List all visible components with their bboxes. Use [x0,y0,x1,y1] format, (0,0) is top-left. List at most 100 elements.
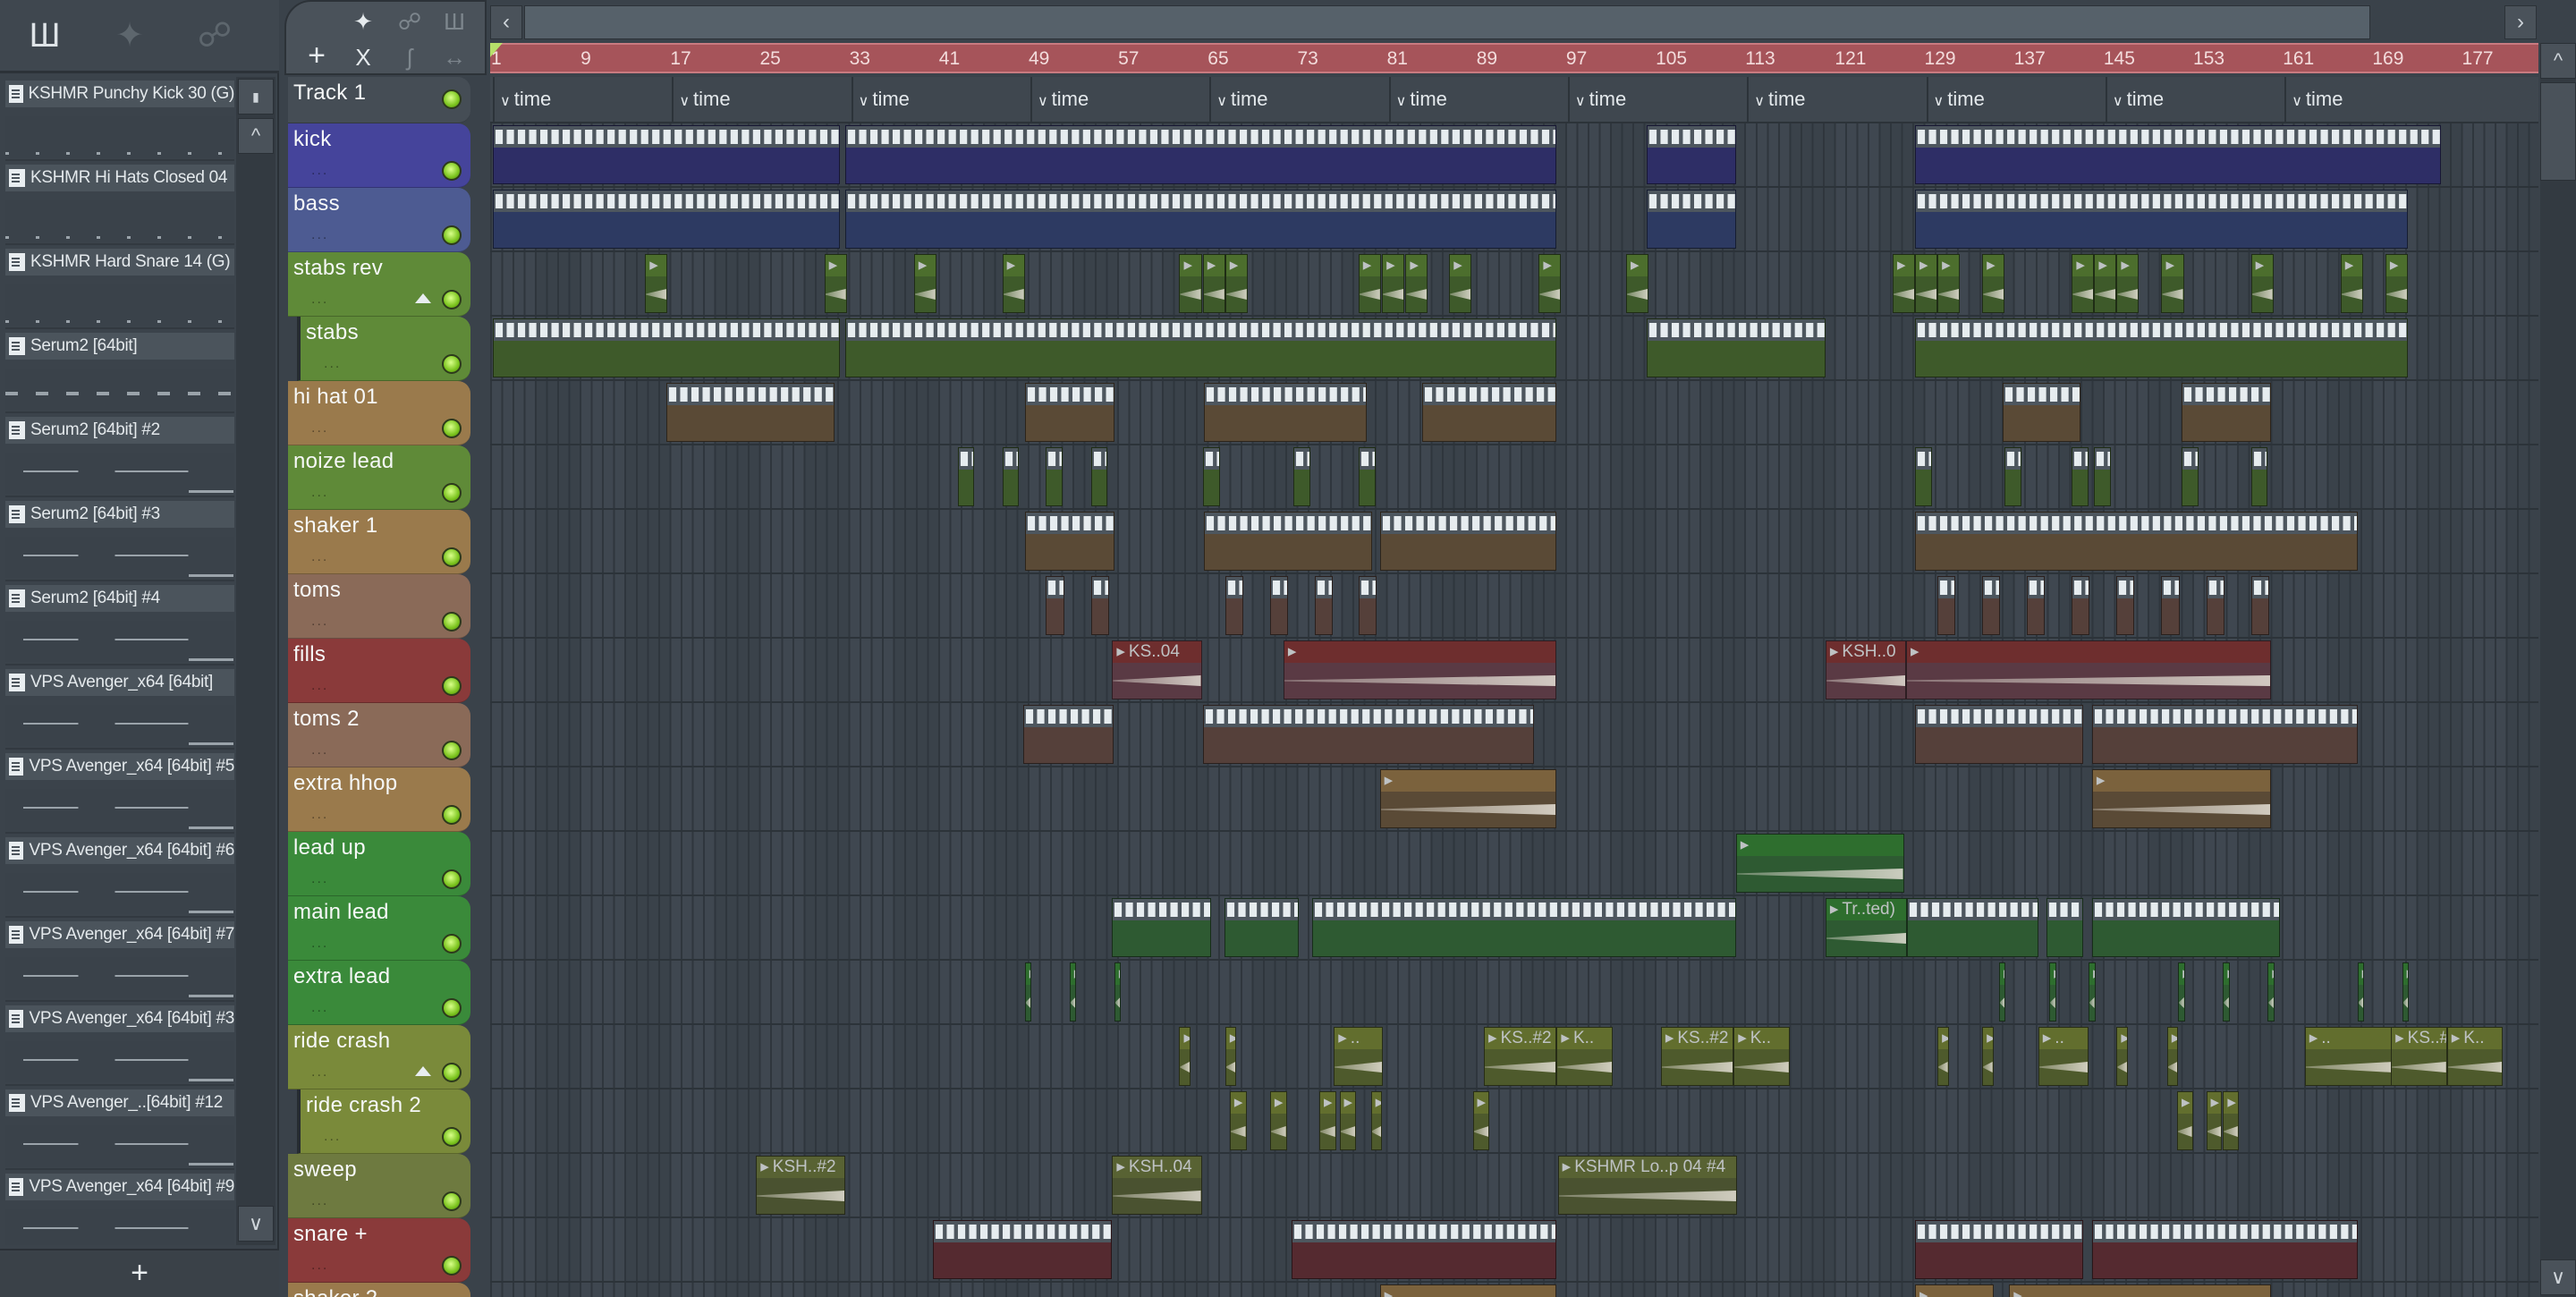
scroll-handle[interactable] [2540,82,2576,181]
pattern-clip[interactable] [2072,447,2089,506]
audio-clip[interactable]: ▸ [1179,254,1202,313]
pattern-clip[interactable] [1090,447,1108,506]
audio-clip[interactable]: ▸ [2166,1027,2179,1086]
audio-clip[interactable]: ▸ KSH..#2 [756,1156,846,1215]
pattern-clip[interactable] [1202,705,1535,764]
track-options-dots[interactable]: ... [311,1000,328,1016]
track-options-dots[interactable]: ... [311,227,328,243]
audio-clip[interactable]: ▸ [1229,1091,1247,1150]
track-options-dots[interactable]: ... [311,742,328,759]
channel-header[interactable]: VPS Avenger_..[64bit] #12 [5,1089,234,1116]
channel-item[interactable]: KSHMR Hard Snare 14 (G) [5,249,234,329]
audio-clip[interactable]: ▸ [2402,962,2410,1021]
pattern-clip[interactable] [493,318,841,377]
pattern-clip[interactable] [666,383,835,442]
pattern-clip[interactable] [2091,898,2281,957]
audio-clip[interactable]: ▸ [1379,1284,1557,1297]
channel-header[interactable]: VPS Avenger_x64 [64bit] #6 [5,837,234,864]
channel-header[interactable]: KSHMR Hard Snare 14 (G) [5,249,234,276]
track-options-dots[interactable]: ... [311,1064,328,1081]
pattern-clip[interactable] [845,125,1557,184]
pattern-clip[interactable] [1915,190,2408,249]
audio-clip[interactable]: ▸ [1449,254,1472,313]
pattern-clip[interactable] [2116,576,2135,635]
track-header[interactable]: noize lead... [288,445,470,510]
audio-clip[interactable]: ▸KS..#2 [1484,1027,1557,1086]
time-marker[interactable]: time [672,77,851,122]
audio-clip[interactable]: ▸ K.. [1733,1027,1790,1086]
overview-scroll-right[interactable]: › [2504,5,2537,39]
audio-clip[interactable]: ▸ [1358,254,1381,313]
audio-clip[interactable]: ▸ [1069,962,1077,1021]
track-mute-led[interactable] [442,89,462,109]
track-lane[interactable]: ▸ ▸ ▸ ▸ ▸ ▸ ▸ ▸ ▸ [490,1089,2538,1154]
pattern-clip[interactable] [1646,190,1736,249]
group-collapse-icon[interactable] [415,293,431,303]
channel-header[interactable]: VPS Avenger_x64 [64bit] #9 [5,1174,234,1200]
time-marker[interactable]: time [1567,77,1747,122]
pattern-clip[interactable] [2182,447,2199,506]
track-header[interactable]: ride crash... [288,1025,470,1089]
audio-clip[interactable]: ▸ [2250,254,2274,313]
audio-clip[interactable]: ▸ [2206,1091,2223,1150]
audio-clip[interactable]: ▸ [1937,1027,1949,1086]
audio-clip[interactable]: ▸ [1915,254,1938,313]
audio-clip[interactable]: ▸KS..#2 [2391,1027,2447,1086]
audio-clip[interactable]: ▸ KSHMR Lo..p 04 #4 [1557,1156,1737,1215]
pattern-clip[interactable] [1915,447,1932,506]
track-header[interactable]: stabs rev... [288,252,470,317]
audio-clip[interactable]: ▸ [2385,254,2408,313]
channel-item[interactable]: VPS Avenger_x64 [64bit] #6 [5,837,234,918]
track-header[interactable]: ride crash 2... [297,1089,470,1154]
pattern-clip[interactable] [1090,576,1109,635]
track-lane[interactable]: ▸ KS..04 ▸ ▸ KSH..0 ▸ [490,639,2538,703]
audio-wave-icon[interactable]: ✦ [345,5,381,38]
audio-clip[interactable]: ▸ [1937,254,1961,313]
audio-clip[interactable]: ▸ [2177,1091,2193,1150]
track-mute-led[interactable] [442,676,462,696]
audio-clip[interactable]: ▸.. [2304,1027,2394,1086]
track-header[interactable]: extra lead... [288,961,470,1025]
audio-clip[interactable]: ▸ KS..04 [1112,640,1202,699]
time-marker[interactable]: time [493,77,672,122]
arrangement-overview[interactable] [524,5,2370,39]
audio-clip[interactable]: ▸ [1202,254,1225,313]
scroll-up-button[interactable]: ^ [2540,43,2576,79]
time-marker[interactable]: time [1926,77,2106,122]
track-lane[interactable]: ▸ ▸ ▸ [490,1283,2538,1297]
playlist-grid[interactable]: timetimetimetimetimetimetimetimetimetime… [490,77,2538,1297]
audio-clip[interactable]: ▸ [2009,1284,2272,1297]
channel-item[interactable]: Serum2 [64bit] [5,333,234,413]
playlist-vertical-scrollbar[interactable]: ^ ∨ [2540,43,2576,1297]
pattern-clip[interactable] [1312,898,1736,957]
pattern-clip[interactable] [2002,383,2081,442]
track-lane[interactable] [490,510,2538,574]
track-header[interactable]: shaker 2... [288,1283,470,1297]
track-mute-led[interactable] [442,612,462,632]
channel-item[interactable]: VPS Avenger_..[64bit] #12 [5,1089,234,1170]
track-mute-led[interactable] [442,998,462,1018]
audio-clip[interactable]: ▸ [2089,962,2096,1021]
pattern-clip[interactable] [1293,447,1310,506]
channel-item[interactable]: VPS Avenger_x64 [64bit] #7 [5,921,234,1002]
track-header[interactable]: sweep... [288,1154,470,1218]
pattern-clip[interactable] [2027,576,2046,635]
pattern-clip[interactable] [2004,447,2021,506]
audio-clip[interactable]: ▸ [2091,769,2272,828]
channel-item[interactable]: Serum2 [64bit] #2 [5,417,234,497]
audio-clip[interactable]: ▸ [1982,254,2005,313]
audio-clip[interactable]: ▸ [1893,254,1916,313]
track-lane[interactable] [490,317,2538,381]
pattern-clip[interactable] [1358,576,1377,635]
track-lane[interactable] [490,574,2538,639]
automation-link-icon[interactable]: ☍ [392,5,428,38]
cut-tool-icon[interactable]: X [345,41,381,73]
slide-tool-icon[interactable]: ʃ [392,41,428,73]
track-lane[interactable] [490,445,2538,510]
pattern-clip[interactable] [2072,576,2090,635]
pattern-clip[interactable] [493,125,841,184]
channel-item[interactable]: Serum2 [64bit] #3 [5,501,234,581]
time-marker[interactable]: time [1209,77,1388,122]
track-options-dots[interactable]: ... [311,936,328,952]
audio-clip[interactable]: ▸ [2161,254,2184,313]
